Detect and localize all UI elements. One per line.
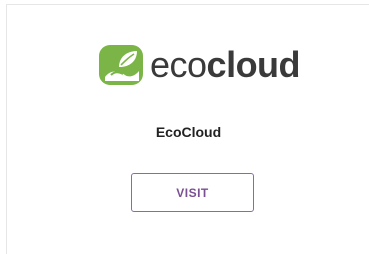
ecocloud-logo: ecocloud <box>97 41 301 89</box>
visit-button[interactable]: VISIT <box>131 173 254 212</box>
vendor-card: ecocloud EcoCloud VISIT <box>6 4 369 254</box>
ecocloud-wordmark: ecocloud <box>150 44 301 85</box>
vendor-name: EcoCloud <box>155 124 222 140</box>
ecocloud-leaf-icon <box>99 45 143 85</box>
